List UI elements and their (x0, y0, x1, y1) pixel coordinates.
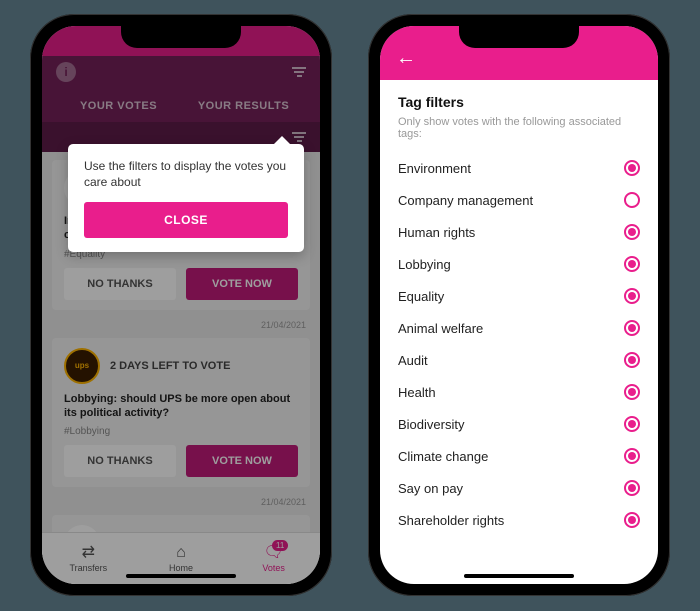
filter-row[interactable]: Health (398, 376, 640, 408)
phone-left: i YOUR VOTES YOUR RESULTS intel Inclusio… (30, 14, 332, 596)
filter-label: Shareholder rights (398, 513, 504, 528)
filter-label: Health (398, 385, 436, 400)
filter-row[interactable]: Audit (398, 344, 640, 376)
radio-icon[interactable] (624, 512, 640, 528)
close-button[interactable]: CLOSE (84, 202, 288, 238)
tooltip-text: Use the filters to display the votes you… (84, 158, 288, 190)
notch (121, 26, 241, 48)
radio-icon[interactable] (624, 256, 640, 272)
filter-tooltip: Use the filters to display the votes you… (68, 144, 304, 252)
radio-icon[interactable] (624, 384, 640, 400)
filter-label: Animal welfare (398, 321, 483, 336)
radio-icon[interactable] (624, 480, 640, 496)
filter-label: Company management (398, 193, 533, 208)
radio-icon[interactable] (624, 224, 640, 240)
filter-row[interactable]: Animal welfare (398, 312, 640, 344)
dim-overlay[interactable] (42, 26, 320, 584)
filters-panel: Tag filters Only show votes with the fol… (380, 80, 658, 550)
filters-title: Tag filters (398, 94, 640, 110)
filter-row[interactable]: Environment (398, 152, 640, 184)
filter-label: Human rights (398, 225, 475, 240)
filter-label: Biodiversity (398, 417, 464, 432)
radio-icon[interactable] (624, 416, 640, 432)
radio-icon[interactable] (624, 320, 640, 336)
filter-row[interactable]: Climate change (398, 440, 640, 472)
radio-icon[interactable] (624, 352, 640, 368)
filter-label: Environment (398, 161, 471, 176)
home-indicator (126, 574, 236, 578)
back-icon[interactable]: ← (396, 47, 416, 70)
filter-row[interactable]: Shareholder rights (398, 504, 640, 536)
filters-subtitle: Only show votes with the following assoc… (398, 116, 640, 140)
notch (459, 26, 579, 48)
screen-votes: i YOUR VOTES YOUR RESULTS intel Inclusio… (42, 26, 320, 584)
filter-row[interactable]: Company management (398, 184, 640, 216)
filter-label: Audit (398, 353, 428, 368)
phone-right: ← Tag filters Only show votes with the f… (368, 14, 670, 596)
radio-icon[interactable] (624, 160, 640, 176)
radio-icon[interactable] (624, 288, 640, 304)
filter-row[interactable]: Biodiversity (398, 408, 640, 440)
radio-icon[interactable] (624, 448, 640, 464)
home-indicator (464, 574, 574, 578)
filter-list: Environment Company management Human right… (398, 152, 640, 536)
filter-row[interactable]: Equality (398, 280, 640, 312)
filter-label: Equality (398, 289, 444, 304)
filter-label: Say on pay (398, 481, 463, 496)
filter-row[interactable]: Lobbying (398, 248, 640, 280)
screen-filters: ← Tag filters Only show votes with the f… (380, 26, 658, 584)
radio-icon[interactable] (624, 192, 640, 208)
filter-row[interactable]: Say on pay (398, 472, 640, 504)
filter-label: Lobbying (398, 257, 451, 272)
filter-row[interactable]: Human rights (398, 216, 640, 248)
filter-label: Climate change (398, 449, 488, 464)
